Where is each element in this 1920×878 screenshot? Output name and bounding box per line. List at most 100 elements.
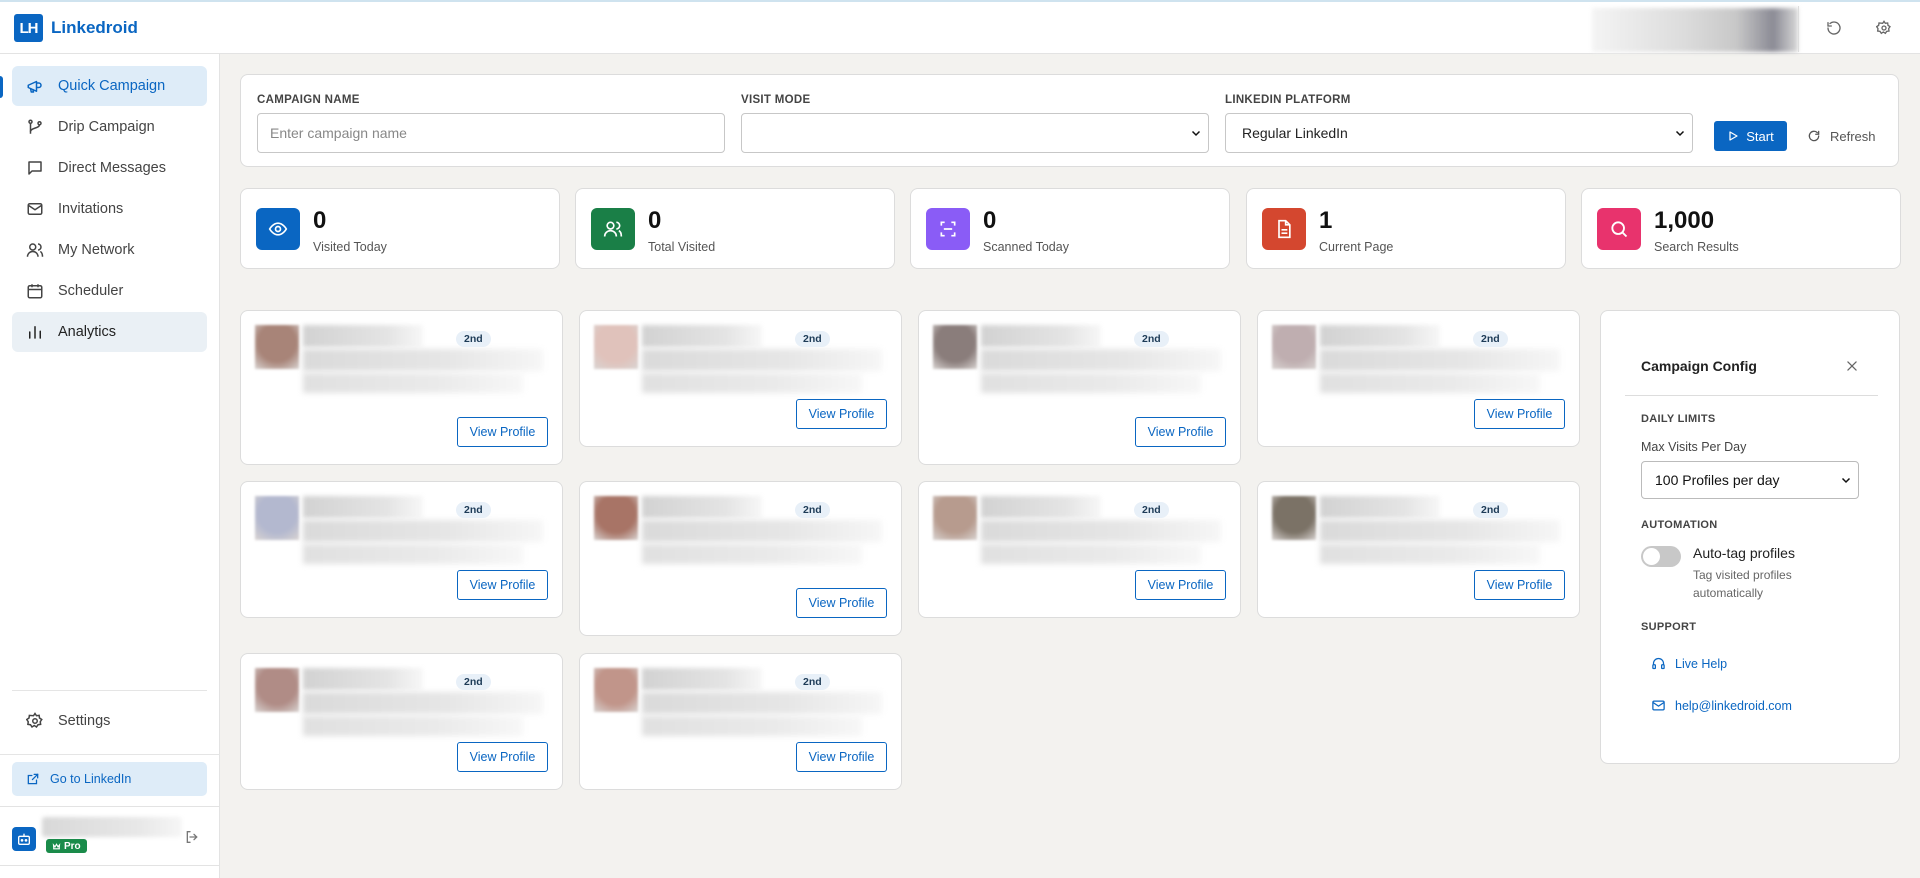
profile-name-blurred — [1320, 325, 1440, 347]
campaign-name-input[interactable]: Enter campaign name — [257, 113, 725, 153]
sidebar-item-label: Direct Messages — [58, 160, 166, 176]
profile-card: 2nd View Profile — [240, 310, 563, 465]
gear-icon[interactable] — [1874, 18, 1894, 38]
message-icon — [28, 161, 42, 175]
section-heading-daily-limits: DAILY LIMITS — [1641, 413, 1716, 425]
connection-degree-badge: 2nd — [456, 502, 491, 518]
profile-avatar[interactable] — [594, 325, 638, 369]
document-icon — [1262, 208, 1306, 250]
stat-value: 0 — [648, 207, 662, 234]
profile-name-blurred — [642, 668, 762, 690]
refresh-button[interactable]: Refresh — [1807, 121, 1876, 151]
sidebar-item-label: Analytics — [58, 324, 117, 340]
go-to-linkedin-button[interactable]: Go to LinkedIn — [12, 762, 207, 796]
search-icon — [1597, 208, 1641, 250]
profile-avatar[interactable] — [1272, 325, 1316, 369]
divider — [1625, 395, 1878, 396]
profile-avatar[interactable] — [255, 496, 299, 540]
auto-tag-toggle[interactable] — [1641, 546, 1681, 567]
view-profile-button[interactable]: View Profile — [457, 417, 548, 447]
external-link-icon — [27, 773, 39, 785]
stat-value: 0 — [983, 207, 997, 234]
campaign-name-label: CAMPAIGN NAME — [257, 94, 360, 106]
profile-card: 2nd View Profile — [1257, 481, 1580, 618]
profile-detail-blurred — [1320, 544, 1540, 564]
view-profile-button[interactable]: View Profile — [1474, 570, 1565, 600]
view-profile-button[interactable]: View Profile — [1135, 570, 1226, 600]
sidebar-item-quick-campaign[interactable]: Quick Campaign — [12, 66, 207, 106]
view-profile-button[interactable]: View Profile — [796, 742, 887, 772]
campaign-config-panel: Campaign Config DAILY LIMITS Max Visits … — [1600, 310, 1900, 764]
sidebar-item-scheduler[interactable]: Scheduler — [12, 271, 207, 311]
connection-degree-badge: 2nd — [456, 331, 491, 347]
sidebar-item-analytics[interactable]: Analytics — [12, 312, 207, 352]
top-bar: LH Linkedroid — [0, 0, 1920, 54]
plan-badge: Pro — [46, 839, 87, 853]
profile-detail-blurred — [642, 373, 862, 393]
profile-name-blurred — [303, 496, 423, 518]
toggle-knob — [1643, 548, 1660, 565]
start-button[interactable]: Start — [1714, 121, 1787, 151]
profile-headline-blurred — [981, 349, 1221, 371]
sidebar-item-label: Invitations — [58, 201, 124, 217]
profile-avatar[interactable] — [933, 496, 977, 540]
reload-icon[interactable] — [1824, 18, 1844, 38]
divider — [1798, 6, 1799, 52]
auto-tag-title: Auto-tag profiles — [1693, 545, 1795, 561]
stat-search-results: 1,000 Search Results — [1581, 188, 1901, 269]
profile-avatar[interactable] — [594, 668, 638, 712]
users-icon — [591, 208, 635, 250]
visit-mode-select[interactable] — [741, 113, 1209, 153]
linkedin-platform-select[interactable]: Regular LinkedIn — [1225, 113, 1693, 153]
max-visits-select[interactable]: 100 Profiles per day — [1641, 461, 1859, 499]
profile-card: 2nd View Profile — [240, 653, 563, 790]
profile-detail-blurred — [642, 544, 862, 564]
profile-avatar[interactable] — [255, 668, 299, 712]
section-heading-automation: AUTOMATION — [1641, 519, 1718, 531]
close-icon[interactable] — [1845, 359, 1859, 373]
profile-headline-blurred — [303, 349, 543, 371]
logout-icon[interactable] — [184, 829, 202, 847]
sidebar-item-my-network[interactable]: My Network — [12, 230, 207, 270]
support-email-link[interactable]: help@linkedroid.com — [1651, 698, 1792, 713]
stat-label: Scanned Today — [983, 240, 1069, 254]
profile-headline-blurred — [1320, 349, 1560, 371]
profile-avatar[interactable] — [594, 496, 638, 540]
sidebar-item-label: Quick Campaign — [58, 78, 166, 94]
profile-name-blurred — [642, 496, 762, 518]
profile-avatar[interactable] — [255, 325, 299, 369]
profile-headline-blurred — [981, 520, 1221, 542]
stat-value: 0 — [313, 207, 327, 234]
view-profile-button[interactable]: View Profile — [1135, 417, 1226, 447]
profile-card: 2nd View Profile — [579, 310, 902, 447]
profile-avatar[interactable] — [933, 325, 977, 369]
chevron-down-icon — [1841, 477, 1851, 484]
profile-card: 2nd View Profile — [918, 481, 1241, 618]
profile-name-blurred — [981, 496, 1101, 518]
app-logo[interactable]: LH Linkedroid — [14, 14, 138, 42]
account-avatar-blurred[interactable] — [1592, 8, 1798, 52]
mail-icon — [1652, 700, 1665, 711]
sidebar-item-invitations[interactable]: Invitations — [12, 189, 207, 229]
stat-label: Search Results — [1654, 240, 1739, 254]
panel-title: Campaign Config — [1641, 358, 1757, 374]
section-heading-support: SUPPORT — [1641, 621, 1697, 633]
view-profile-button[interactable]: View Profile — [796, 588, 887, 618]
profile-avatar[interactable] — [1272, 496, 1316, 540]
view-profile-button[interactable]: View Profile — [457, 570, 548, 600]
profile-card: 2nd View Profile — [240, 481, 563, 618]
sidebar-item-label: Settings — [58, 713, 111, 729]
sidebar-item-settings[interactable]: Settings — [12, 701, 207, 741]
view-profile-button[interactable]: View Profile — [1474, 399, 1565, 429]
logo-mark: LH — [14, 14, 43, 42]
live-help-link[interactable]: Live Help — [1651, 656, 1727, 671]
profile-card: 2nd View Profile — [579, 653, 902, 790]
sidebar-item-drip-campaign[interactable]: Drip Campaign — [12, 107, 207, 147]
view-profile-button[interactable]: View Profile — [457, 742, 548, 772]
profile-name-blurred — [981, 325, 1101, 347]
view-profile-button[interactable]: View Profile — [796, 399, 887, 429]
sidebar-item-direct-messages[interactable]: Direct Messages — [12, 148, 207, 188]
profile-headline-blurred — [642, 349, 882, 371]
chevron-down-icon — [1675, 130, 1685, 137]
stat-value: 1 — [1319, 207, 1333, 234]
